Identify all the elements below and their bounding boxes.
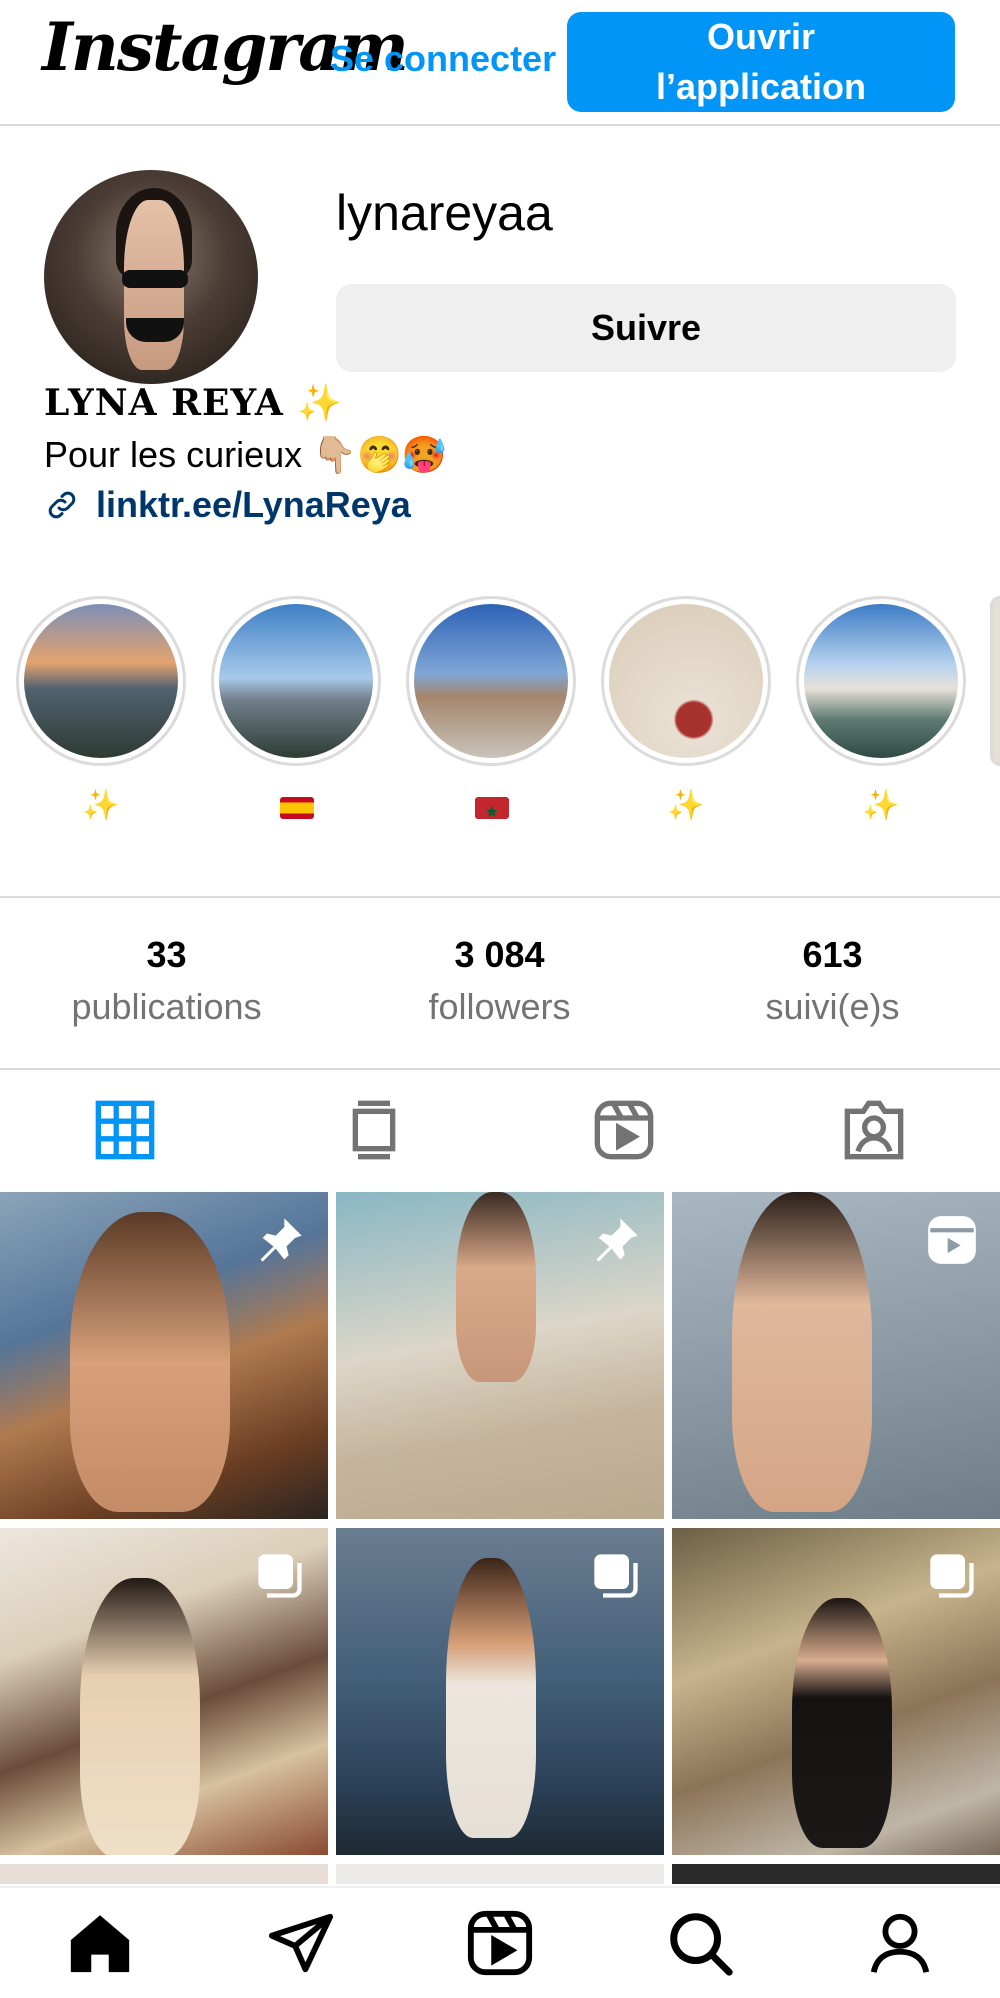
reel-icon [928, 1216, 976, 1264]
open-app-button[interactable]: Ouvrir l’application [567, 12, 955, 112]
following-count[interactable]: 613 suivi(e)s [666, 934, 999, 1028]
post-thumbnail[interactable] [0, 1192, 328, 1519]
followers-count-label: followers [428, 986, 571, 1027]
tagged-icon[interactable] [842, 1098, 906, 1162]
highlight-cover [609, 604, 763, 758]
highlight-label: ✨ [667, 789, 705, 822]
top-bar: Instagram Se connecter Ouvrir l’applicat… [0, 0, 1000, 126]
highlight-item[interactable]: 🇪🇸 [211, 596, 381, 826]
highlight-cover [804, 604, 958, 758]
carousel-icon [594, 1554, 638, 1598]
bottom-navigation [0, 1886, 1000, 1998]
followers-count-value: 3 084 [454, 934, 545, 975]
following-count-value: 613 [802, 934, 863, 975]
profile-link-text: linktr.ee/LynaReya [96, 484, 411, 525]
post-thumbnail-partial[interactable] [0, 1864, 328, 1884]
reels-nav-icon[interactable] [465, 1908, 535, 1978]
open-app-label: Ouvrir l’application [655, 16, 867, 107]
highlight-cover [219, 604, 373, 758]
search-icon[interactable] [665, 1908, 735, 1978]
post-thumbnail[interactable] [336, 1528, 664, 1855]
post-thumbnail[interactable] [672, 1192, 1000, 1519]
link-icon [48, 491, 76, 519]
highlight-item-partial[interactable] [990, 596, 1000, 766]
following-count-label: suivi(e)s [765, 986, 900, 1027]
pin-icon [260, 1218, 302, 1262]
login-link[interactable]: Se connecter [330, 38, 556, 80]
morocco-flag-icon [474, 793, 509, 833]
highlight-cover [414, 604, 568, 758]
highlight-cover [24, 604, 178, 758]
posts-count-value: 33 [146, 934, 187, 975]
posts-count-label: publications [71, 986, 262, 1027]
highlight-item[interactable]: ✨ [16, 596, 186, 826]
spain-flag-icon [279, 796, 314, 819]
home-icon[interactable] [65, 1908, 135, 1978]
avatar[interactable] [44, 170, 258, 384]
followers-count[interactable]: 3 084 followers [333, 934, 666, 1028]
carousel-icon [930, 1554, 974, 1598]
grid-icon[interactable] [93, 1098, 157, 1162]
highlight-item[interactable]: ✨ [601, 596, 771, 826]
highlight-item[interactable]: ✨ [796, 596, 966, 826]
post-thumbnail-partial[interactable] [672, 1864, 1000, 1884]
profile-username: lynareyaa [336, 185, 553, 241]
carousel-icon [258, 1554, 302, 1598]
post-thumbnail[interactable] [0, 1528, 328, 1855]
highlight-label: ✨ [862, 789, 900, 822]
highlight-item[interactable]: 🇲🇦 [406, 596, 576, 833]
pin-icon [596, 1218, 638, 1262]
direct-icon[interactable] [266, 1908, 336, 1978]
post-thumbnail[interactable] [672, 1528, 1000, 1855]
profile-full-name: LYNA REYA ✨ [44, 382, 344, 424]
reels-icon[interactable] [592, 1098, 656, 1162]
profile-tabs [0, 1068, 1000, 1190]
profile-stats: 33 publications 3 084 followers 613 suiv… [0, 896, 1000, 1070]
follow-button[interactable]: Suivre [336, 284, 956, 372]
post-thumbnail[interactable] [336, 1192, 664, 1519]
profile-link[interactable]: linktr.ee/LynaReya [44, 484, 411, 526]
posts-count: 33 publications [0, 934, 333, 1028]
highlight-label: ✨ [82, 789, 120, 822]
story-highlights: ✨ 🇪🇸 🇲🇦 ✨ ✨ [0, 596, 1000, 836]
feed-icon[interactable] [342, 1098, 406, 1162]
profile-icon[interactable] [865, 1908, 935, 1978]
post-thumbnail-partial[interactable] [336, 1864, 664, 1884]
profile-bio: Pour les curieux 👇🏼🤭🥵 [44, 434, 447, 475]
